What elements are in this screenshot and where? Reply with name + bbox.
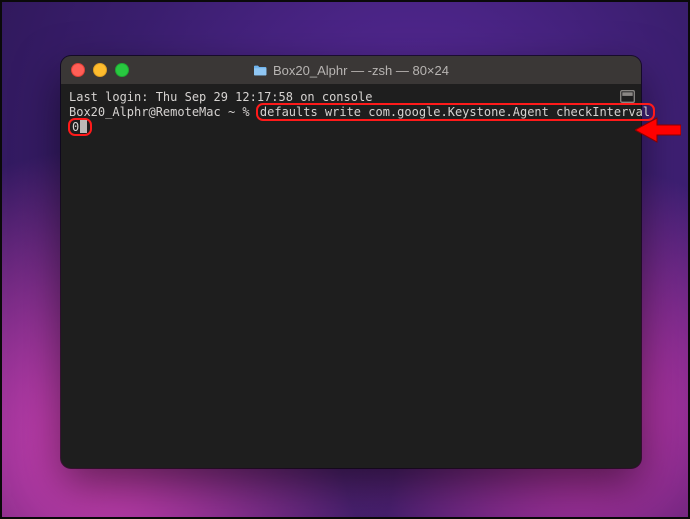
terminal-window: Box20_Alphr — -zsh — 80×24 Last login: T…: [61, 56, 641, 468]
close-button[interactable]: [71, 63, 85, 77]
prompt-user-host: Box20_Alphr@RemoteMac: [69, 105, 221, 119]
terminal-content[interactable]: Last login: Thu Sep 29 12:17:58 on conso…: [61, 84, 641, 143]
desktop-background: Box20_Alphr — -zsh — 80×24 Last login: T…: [0, 0, 690, 519]
prompt-line: Box20_Alphr@RemoteMac ~ % defaults write…: [69, 105, 633, 120]
command-continuation-line: 0: [69, 120, 633, 135]
window-title: Box20_Alphr — -zsh — 80×24: [61, 63, 641, 78]
text-cursor: [80, 120, 87, 133]
window-title-text: Box20_Alphr — -zsh — 80×24: [273, 63, 449, 78]
window-controls: [71, 63, 129, 77]
command-highlight-2: 0: [68, 118, 92, 136]
folder-icon: [253, 65, 267, 76]
titlebar[interactable]: Box20_Alphr — -zsh — 80×24: [61, 56, 641, 84]
command-text-2: 0: [72, 120, 79, 134]
minimize-button[interactable]: [93, 63, 107, 77]
command-text-1: defaults write com.google.Keystone.Agent…: [260, 105, 650, 119]
prompt-path: ~: [228, 105, 235, 119]
zoom-button[interactable]: [115, 63, 129, 77]
command-highlight-1: defaults write com.google.Keystone.Agent…: [256, 103, 655, 121]
prompt-symbol: %: [242, 105, 249, 119]
red-callout-arrow: [635, 116, 681, 144]
